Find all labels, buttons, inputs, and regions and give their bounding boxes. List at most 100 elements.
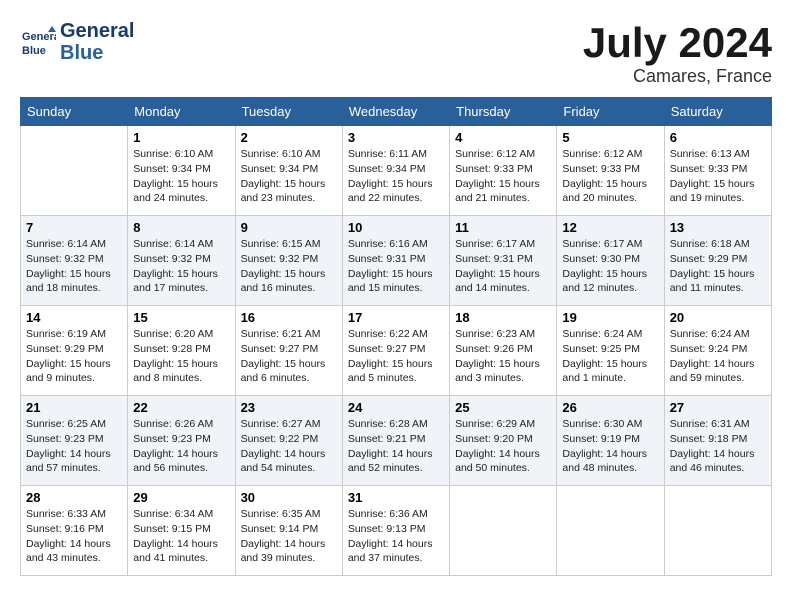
day-info: Sunrise: 6:16 AMSunset: 9:31 PMDaylight:… xyxy=(348,237,444,296)
day-number: 17 xyxy=(348,310,444,325)
header-thursday: Thursday xyxy=(450,98,557,126)
day-number: 12 xyxy=(562,220,658,235)
calendar-cell: 27 Sunrise: 6:31 AMSunset: 9:18 PMDayligh… xyxy=(664,396,771,486)
svg-text:General: General xyxy=(22,31,56,43)
calendar-cell: 21Sunrise: 6:25 AMSunset: 9:23 PMDayligh… xyxy=(21,396,128,486)
logo-icon: General Blue xyxy=(20,24,56,60)
day-info: Sunrise: 6:25 AMSunset: 9:23 PMDaylight:… xyxy=(26,417,122,476)
day-number: 25 xyxy=(455,400,551,415)
day-number: 13 xyxy=(670,220,766,235)
day-info: Sunrise: 6:19 AMSunset: 9:29 PMDaylight:… xyxy=(26,327,122,386)
header-sunday: Sunday xyxy=(21,98,128,126)
calendar-cell: 19 Sunrise: 6:24 AMSunset: 9:25 PMDayligh… xyxy=(557,306,664,396)
day-number: 2 xyxy=(241,130,337,145)
day-info: Sunrise: 6:23 AMSunset: 9:26 PMDaylight:… xyxy=(455,327,551,386)
calendar-row: 21Sunrise: 6:25 AMSunset: 9:23 PMDayligh… xyxy=(21,396,772,486)
calendar-cell: 26Sunrise: 6:30 AMSunset: 9:19 PMDayligh… xyxy=(557,396,664,486)
month-title: July 2024 xyxy=(583,20,772,66)
day-info: Sunrise: 6:24 AMSunset: 9:24 PMDaylight:… xyxy=(670,327,766,386)
header-wednesday: Wednesday xyxy=(342,98,449,126)
day-info: Sunrise: 6:21 AMSunset: 9:27 PMDaylight:… xyxy=(241,327,337,386)
day-number: 20 xyxy=(670,310,766,325)
header-tuesday: Tuesday xyxy=(235,98,342,126)
day-info: Sunrise: 6:34 AMSunset: 9:15 PMDaylight:… xyxy=(133,507,229,566)
calendar-cell: 3 Sunrise: 6:11 AMSunset: 9:34 PMDaylight… xyxy=(342,126,449,216)
calendar-cell: 9Sunrise: 6:15 AMSunset: 9:32 PMDaylight… xyxy=(235,216,342,306)
day-number: 6 xyxy=(670,130,766,145)
calendar-cell: 30 Sunrise: 6:35 AMSunset: 9:14 PMDayligh… xyxy=(235,486,342,576)
day-info: Sunrise: 6:36 AMSunset: 9:13 PMDaylight:… xyxy=(348,507,444,566)
day-info: Sunrise: 6:29 AMSunset: 9:20 PMDaylight:… xyxy=(455,417,551,476)
day-info: Sunrise: 6:35 AMSunset: 9:14 PMDaylight:… xyxy=(241,507,337,566)
calendar-cell: 10 Sunrise: 6:16 AMSunset: 9:31 PMDayligh… xyxy=(342,216,449,306)
day-info: Sunrise: 6:17 AMSunset: 9:30 PMDaylight:… xyxy=(562,237,658,296)
day-number: 4 xyxy=(455,130,551,145)
day-number: 22 xyxy=(133,400,229,415)
day-number: 16 xyxy=(241,310,337,325)
calendar-cell: 7 Sunrise: 6:14 AMSunset: 9:32 PMDaylight… xyxy=(21,216,128,306)
svg-text:Blue: Blue xyxy=(22,45,46,57)
day-number: 31 xyxy=(348,490,444,505)
calendar-cell: 20 Sunrise: 6:24 AMSunset: 9:24 PMDayligh… xyxy=(664,306,771,396)
calendar-cell: 16 Sunrise: 6:21 AMSunset: 9:27 PMDayligh… xyxy=(235,306,342,396)
calendar-cell: 29 Sunrise: 6:34 AMSunset: 9:15 PMDayligh… xyxy=(128,486,235,576)
calendar-cell: 5 Sunrise: 6:12 AMSunset: 9:33 PMDaylight… xyxy=(557,126,664,216)
calendar-cell xyxy=(450,486,557,576)
header-saturday: Saturday xyxy=(664,98,771,126)
day-number: 5 xyxy=(562,130,658,145)
day-info: Sunrise: 6:18 AMSunset: 9:29 PMDaylight:… xyxy=(670,237,766,296)
calendar-header-row: SundayMondayTuesdayWednesdayThursdayFrid… xyxy=(21,98,772,126)
location: Camares, France xyxy=(583,66,772,87)
title-block: July 2024 Camares, France xyxy=(583,20,772,87)
calendar-cell: 2 Sunrise: 6:10 AMSunset: 9:34 PMDaylight… xyxy=(235,126,342,216)
day-info: Sunrise: 6:14 AMSunset: 9:32 PMDaylight:… xyxy=(26,237,122,296)
calendar-cell: 17 Sunrise: 6:22 AMSunset: 9:27 PMDayligh… xyxy=(342,306,449,396)
logo: General Blue General Blue xyxy=(20,20,134,64)
calendar-cell: 18 Sunrise: 6:23 AMSunset: 9:26 PMDayligh… xyxy=(450,306,557,396)
header-friday: Friday xyxy=(557,98,664,126)
day-info: Sunrise: 6:17 AMSunset: 9:31 PMDaylight:… xyxy=(455,237,551,296)
day-number: 11 xyxy=(455,220,551,235)
calendar-cell: 28Sunrise: 6:33 AMSunset: 9:16 PMDayligh… xyxy=(21,486,128,576)
calendar-cell: 12 Sunrise: 6:17 AMSunset: 9:30 PMDayligh… xyxy=(557,216,664,306)
day-number: 3 xyxy=(348,130,444,145)
day-number: 1 xyxy=(133,130,229,145)
day-number: 10 xyxy=(348,220,444,235)
day-info: Sunrise: 6:10 AMSunset: 9:34 PMDaylight:… xyxy=(241,147,337,206)
calendar-table: SundayMondayTuesdayWednesdayThursdayFrid… xyxy=(20,97,772,576)
calendar-cell xyxy=(21,126,128,216)
day-info: Sunrise: 6:11 AMSunset: 9:34 PMDaylight:… xyxy=(348,147,444,206)
day-number: 30 xyxy=(241,490,337,505)
calendar-cell: 4 Sunrise: 6:12 AMSunset: 9:33 PMDaylight… xyxy=(450,126,557,216)
day-number: 8 xyxy=(133,220,229,235)
day-number: 19 xyxy=(562,310,658,325)
calendar-cell xyxy=(557,486,664,576)
day-number: 24 xyxy=(348,400,444,415)
day-info: Sunrise: 6:28 AMSunset: 9:21 PMDaylight:… xyxy=(348,417,444,476)
day-info: Sunrise: 6:12 AMSunset: 9:33 PMDaylight:… xyxy=(562,147,658,206)
calendar-cell: 15Sunrise: 6:20 AMSunset: 9:28 PMDayligh… xyxy=(128,306,235,396)
day-info: Sunrise: 6:15 AMSunset: 9:32 PMDaylight:… xyxy=(241,237,337,296)
day-number: 14 xyxy=(26,310,122,325)
calendar-cell: 13 Sunrise: 6:18 AMSunset: 9:29 PMDayligh… xyxy=(664,216,771,306)
calendar-cell: 22Sunrise: 6:26 AMSunset: 9:23 PMDayligh… xyxy=(128,396,235,486)
calendar-cell: 24 Sunrise: 6:28 AMSunset: 9:21 PMDayligh… xyxy=(342,396,449,486)
page-header: General Blue General Blue July 2024 Cama… xyxy=(20,20,772,87)
day-number: 7 xyxy=(26,220,122,235)
day-info: Sunrise: 6:20 AMSunset: 9:28 PMDaylight:… xyxy=(133,327,229,386)
day-number: 18 xyxy=(455,310,551,325)
day-info: Sunrise: 6:13 AMSunset: 9:33 PMDaylight:… xyxy=(670,147,766,206)
day-info: Sunrise: 6:22 AMSunset: 9:27 PMDaylight:… xyxy=(348,327,444,386)
day-number: 29 xyxy=(133,490,229,505)
day-info: Sunrise: 6:27 AMSunset: 9:22 PMDaylight:… xyxy=(241,417,337,476)
calendar-cell xyxy=(664,486,771,576)
day-info: Sunrise: 6:10 AMSunset: 9:34 PMDaylight:… xyxy=(133,147,229,206)
calendar-cell: 23Sunrise: 6:27 AMSunset: 9:22 PMDayligh… xyxy=(235,396,342,486)
day-info: Sunrise: 6:24 AMSunset: 9:25 PMDaylight:… xyxy=(562,327,658,386)
day-info: Sunrise: 6:31 AMSunset: 9:18 PMDaylight:… xyxy=(670,417,766,476)
day-number: 27 xyxy=(670,400,766,415)
day-info: Sunrise: 6:12 AMSunset: 9:33 PMDaylight:… xyxy=(455,147,551,206)
calendar-cell: 11 Sunrise: 6:17 AMSunset: 9:31 PMDayligh… xyxy=(450,216,557,306)
calendar-cell: 31 Sunrise: 6:36 AMSunset: 9:13 PMDayligh… xyxy=(342,486,449,576)
day-info: Sunrise: 6:30 AMSunset: 9:19 PMDaylight:… xyxy=(562,417,658,476)
